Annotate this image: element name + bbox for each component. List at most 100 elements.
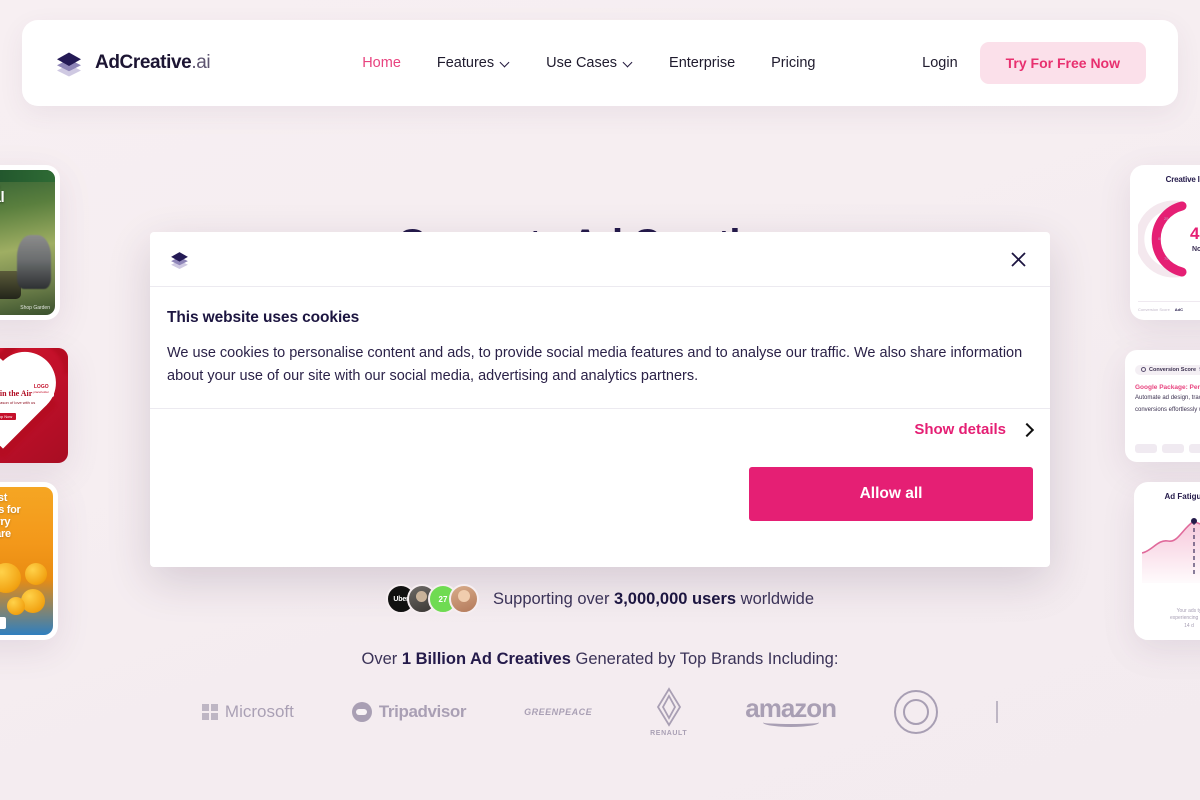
garden-card-art: e garden onal are Shop Garden — [0, 170, 55, 315]
nav-actions: Login Try For Free Now — [922, 42, 1146, 84]
tripadvisor-logo: Tripadvisor — [351, 702, 467, 722]
brands-prefix: Over — [361, 650, 402, 668]
cookie-consent-dialog: This website uses cookies We use cookies… — [150, 232, 1050, 567]
adcreative-diamond-logo-icon — [171, 251, 188, 269]
nav-item-use-cases-label: Use Cases — [546, 55, 618, 71]
gauge-tick-0: 25 — [1164, 216, 1169, 221]
garden-line-1: onal — [0, 189, 5, 207]
toys-line-2: un toys for — [0, 503, 21, 516]
brand-name: AdCreative.ai — [95, 52, 211, 73]
nav-item-use-cases[interactable]: Use Cases — [546, 55, 633, 71]
microsoft-grid-icon — [201, 704, 218, 720]
toys-line-4: riend are — [0, 527, 11, 540]
creative-insight-footer-right: AdC — [1174, 307, 1184, 312]
chevron-down-icon — [624, 58, 633, 67]
toys-line-3: our furry — [0, 515, 11, 528]
ad-fatigue-note-3: 14 d — [1184, 622, 1194, 629]
toys-line-1: he most — [0, 492, 8, 504]
creative-insight-card: Creative In 45 Non 25 0 75 Conversion Sc… — [1130, 165, 1200, 320]
nav-item-enterprise[interactable]: Enterprise — [669, 55, 735, 71]
valentine-card-art: Love is in the Air Celebrate the season … — [0, 348, 68, 463]
garden-card-strip — [0, 170, 55, 182]
amazon-label: amazon — [745, 692, 837, 723]
valentine-title: Love is in the Air — [0, 388, 33, 398]
tripadvisor-owl-icon — [351, 702, 372, 722]
garden-kicker: e garden — [0, 184, 51, 190]
valentine-subtitle: Celebrate the season of love with us — [0, 399, 36, 405]
social-prefix: Supporting over — [492, 589, 615, 608]
adcreative-diamond-logo-icon — [57, 52, 81, 77]
ad-fatigue-area-svg — [1141, 518, 1200, 583]
ad-creative-card-pet-toys: he most un toys for our furry riend are … — [0, 482, 58, 640]
brands-suffix: Generated by Top Brands Including: — [570, 650, 839, 668]
nav-item-features-label: Features — [436, 55, 495, 71]
conversion-score-card: Conversion Score 98/100 Google Package: … — [1125, 350, 1200, 462]
person-shape — [17, 235, 51, 289]
cookie-dialog-footer: Show details Allow all — [150, 409, 1050, 567]
partial-logo — [996, 701, 999, 723]
show-details-label: Show details — [914, 421, 1006, 439]
ad-creative-card-valentine: Love is in the Air Celebrate the season … — [0, 348, 68, 463]
creative-insight-footer-left: Conversion Score — [1138, 307, 1170, 312]
login-link[interactable]: Login — [922, 55, 957, 71]
conversion-body-line-2: conversions effortlessly with AdC — [1135, 406, 1200, 413]
allow-all-button[interactable]: Allow all — [749, 467, 1033, 522]
nav-item-features[interactable]: Features — [437, 55, 510, 71]
nav-item-pricing-label: Pricing — [771, 55, 816, 71]
partial-logo-mark — [996, 701, 999, 723]
brands-highlight: 1 Billion Ad Creatives — [401, 650, 571, 668]
renault-logo: RENAULT — [650, 687, 687, 737]
cookie-dialog-body: This website uses cookies We use cookies… — [150, 287, 1050, 410]
brand-logo-link[interactable]: AdCreative.ai — [54, 48, 211, 78]
conversion-score-chip: Conversion Score 98/100 — [1135, 364, 1200, 375]
gauge-score-label: Non — [1192, 246, 1200, 253]
brands-heading: Over 1 Billion Ad Creatives Generated by… — [0, 650, 1200, 669]
nav-links: Home Features Use Cases Enterprise Prici… — [362, 55, 815, 71]
cookie-dialog-title: This website uses cookies — [167, 309, 360, 326]
social-proof-text: Supporting over 3,000,000 users worldwid… — [493, 590, 814, 609]
ad-creative-card-garden: e garden onal are Shop Garden — [0, 165, 60, 320]
social-count: 3,000,000 users — [614, 589, 737, 608]
amazon-logo: amazon — [745, 692, 837, 728]
ad-fatigue-chart — [1141, 511, 1200, 583]
greenpeace-label: GREENPEACE — [524, 707, 593, 717]
nav-item-home[interactable]: Home — [362, 55, 401, 71]
garden-card-text: e garden onal are — [0, 184, 51, 221]
renault-label: RENAULT — [650, 730, 688, 737]
cookie-dialog-header — [150, 232, 1050, 287]
chevron-down-icon — [501, 58, 510, 67]
try-for-free-button[interactable]: Try For Free Now — [979, 42, 1146, 84]
starbucks-siren-icon — [894, 690, 939, 734]
gauge-tick-2: 75 — [1164, 256, 1169, 261]
clock-icon — [1141, 367, 1146, 372]
garden-line-2: are — [0, 205, 51, 220]
ad-fatigue-note-2: experiencing ad f — [1169, 615, 1200, 621]
amazon-smile-icon — [762, 718, 819, 728]
creative-insight-footer: Conversion Score AdC — [1138, 301, 1200, 312]
brand-avatar-green-label: 27 — [438, 594, 448, 604]
show-details-button[interactable]: Show details — [914, 421, 1033, 438]
avatar-group: 27 — [385, 584, 479, 614]
ad-fatigue-alert-card: Ad Fatigue A Your ads ty experiencing ad… — [1134, 482, 1200, 640]
valentine-cta: Shop Now — [0, 412, 17, 420]
microsoft-logo: Microsoft — [201, 702, 294, 722]
microsoft-label: Microsoft — [224, 702, 294, 721]
renault-diamond-icon — [656, 687, 681, 727]
pet-toys-cta: Shop Now! — [0, 617, 7, 629]
brand-logo-row: Microsoft Tripadvisor GREENPEACE RENAULT… — [0, 684, 1200, 740]
conversion-heading: Google Package: Performance — [1135, 384, 1200, 391]
pet-toys-text: he most un toys for our furry riend are … — [0, 492, 49, 552]
ad-fatigue-title: Ad Fatigue A — [1164, 492, 1200, 501]
tripadvisor-label: Tripadvisor — [378, 702, 467, 721]
valentine-card-text: Love is in the Air Celebrate the season … — [0, 389, 39, 423]
cookie-dialog-text: We use cookies to personalise content an… — [167, 345, 1023, 385]
close-icon[interactable] — [1005, 246, 1031, 272]
conversion-placeholder-bars — [1135, 444, 1200, 453]
greenpeace-logo: GREENPEACE — [524, 707, 592, 717]
nav-item-pricing[interactable]: Pricing — [771, 55, 815, 71]
social-suffix: worldwide — [736, 589, 815, 608]
person-avatar-2 — [448, 584, 479, 614]
close-icon-glyph — [1010, 251, 1026, 267]
conversion-chip-label: Conversion Score — [1149, 366, 1197, 373]
social-proof-row: 27 Supporting over 3,000,000 users world… — [0, 584, 1200, 614]
